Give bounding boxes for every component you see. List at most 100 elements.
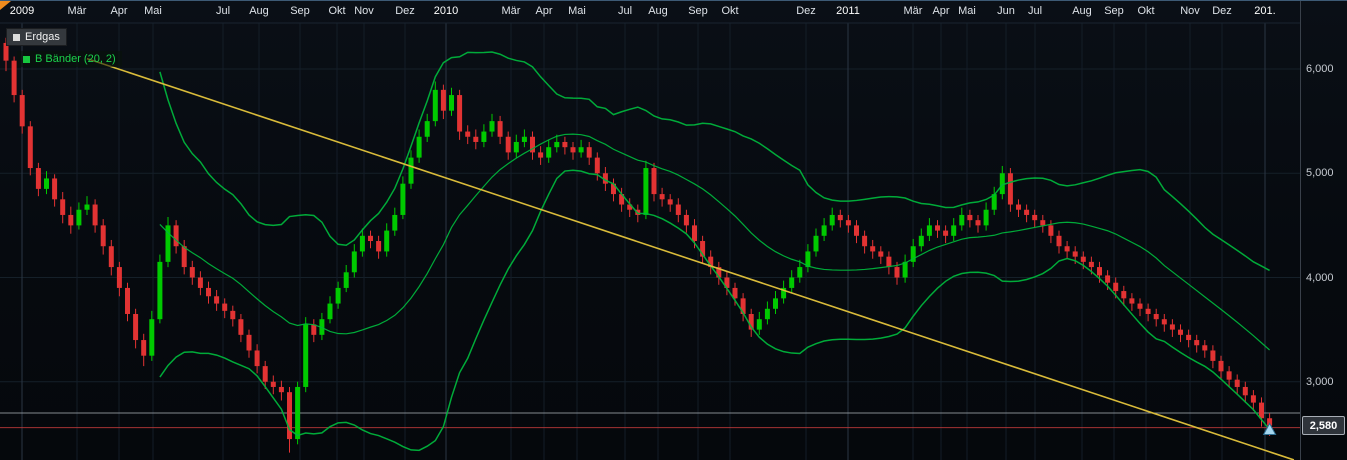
- candle-up: [303, 324, 308, 387]
- candle-down: [214, 296, 219, 303]
- candle-up: [643, 168, 648, 215]
- candle-down: [1251, 395, 1256, 402]
- candle-up: [295, 387, 300, 439]
- candle-down: [93, 205, 98, 226]
- candle-up: [822, 225, 827, 235]
- candle-down: [465, 132, 470, 137]
- candle-up: [546, 147, 551, 157]
- candle-down: [28, 126, 33, 168]
- legend-instrument[interactable]: Erdgas: [6, 28, 67, 46]
- candle-down: [1129, 298, 1134, 303]
- indicator-label: B Bänder (20, 2): [35, 53, 116, 65]
- bollinger-middle-line: [160, 134, 1270, 350]
- candle-up: [433, 90, 438, 121]
- candle-up: [481, 132, 486, 142]
- candle-down: [1073, 251, 1078, 256]
- candle-up: [927, 225, 932, 235]
- candle-down: [1178, 330, 1183, 335]
- candle-down: [1105, 275, 1110, 282]
- candle-down: [1048, 225, 1053, 235]
- candle-down: [52, 178, 57, 199]
- candle-down: [498, 121, 503, 137]
- candle-down: [862, 236, 867, 246]
- candle-up: [789, 278, 794, 288]
- candle-down: [279, 387, 284, 392]
- candle-up: [352, 251, 357, 272]
- candle-down: [117, 267, 122, 288]
- candle-up: [157, 262, 162, 319]
- candle-down: [886, 257, 891, 267]
- candle-up: [919, 236, 924, 246]
- candle-up: [959, 215, 964, 225]
- candle-up: [554, 142, 559, 147]
- candle-down: [368, 236, 373, 241]
- candle-down: [255, 350, 260, 366]
- candle-down: [976, 220, 981, 225]
- candle-down: [141, 340, 146, 356]
- bollinger-upper-line: [160, 52, 1270, 270]
- candle-up: [336, 288, 341, 304]
- candle-down: [1016, 205, 1021, 210]
- legend-bollinger-indicator[interactable]: B Bänder (20, 2): [17, 51, 122, 67]
- candle-down: [1162, 319, 1167, 324]
- candle-down: [587, 147, 592, 157]
- candle-up: [579, 147, 584, 152]
- candle-down: [1170, 324, 1175, 329]
- candle-down: [238, 319, 243, 335]
- candle-up: [400, 184, 405, 215]
- candle-down: [473, 137, 478, 142]
- candle-down: [12, 61, 17, 95]
- candle-up: [85, 205, 90, 210]
- candle-up: [984, 210, 989, 226]
- candle-down: [1227, 371, 1232, 379]
- candle-up: [490, 121, 495, 131]
- candle-down: [1024, 210, 1029, 215]
- candle-up: [814, 236, 819, 252]
- candle-down: [652, 168, 657, 194]
- candle-up: [409, 158, 414, 184]
- candle-down: [457, 95, 462, 131]
- candle-down: [247, 335, 252, 351]
- candle-down: [1040, 220, 1045, 225]
- candle-down: [1097, 267, 1102, 275]
- candle-down: [878, 251, 883, 256]
- candle-down: [1008, 173, 1013, 204]
- candle-down: [562, 142, 567, 147]
- candle-down: [967, 215, 972, 220]
- candle-down: [870, 246, 875, 251]
- candle-down: [68, 215, 73, 225]
- candle-up: [765, 309, 770, 319]
- candle-down: [506, 137, 511, 153]
- candle-down: [692, 225, 697, 241]
- candle-down: [1138, 304, 1143, 309]
- candle-up: [797, 267, 802, 277]
- candle-down: [895, 267, 900, 277]
- candle-down: [571, 147, 576, 152]
- candle-down: [854, 225, 859, 235]
- candle-down: [190, 267, 195, 277]
- candle-down: [943, 231, 948, 236]
- instrument-swatch-icon: [13, 34, 20, 41]
- candle-down: [174, 225, 179, 246]
- trendline[interactable]: [87, 59, 1294, 460]
- candle-down: [125, 288, 130, 314]
- candle-up: [417, 137, 422, 158]
- candle-down: [1089, 262, 1094, 267]
- indicator-swatch-icon: [23, 56, 30, 63]
- candle-up: [903, 262, 908, 278]
- candle-up: [384, 231, 389, 252]
- candle-up: [522, 137, 527, 142]
- candle-down: [668, 199, 673, 204]
- candle-down: [109, 246, 114, 267]
- candle-down: [1113, 283, 1118, 291]
- candle-down: [676, 205, 681, 215]
- candle-up: [392, 215, 397, 231]
- candle-down: [684, 215, 689, 225]
- price-chart-canvas[interactable]: [0, 1, 1347, 460]
- candle-down: [935, 225, 940, 230]
- candle-down: [60, 199, 65, 215]
- candle-down: [846, 220, 851, 225]
- last-price-badge: 2,580: [1302, 416, 1345, 435]
- candle-down: [222, 304, 227, 311]
- candle-down: [230, 311, 235, 319]
